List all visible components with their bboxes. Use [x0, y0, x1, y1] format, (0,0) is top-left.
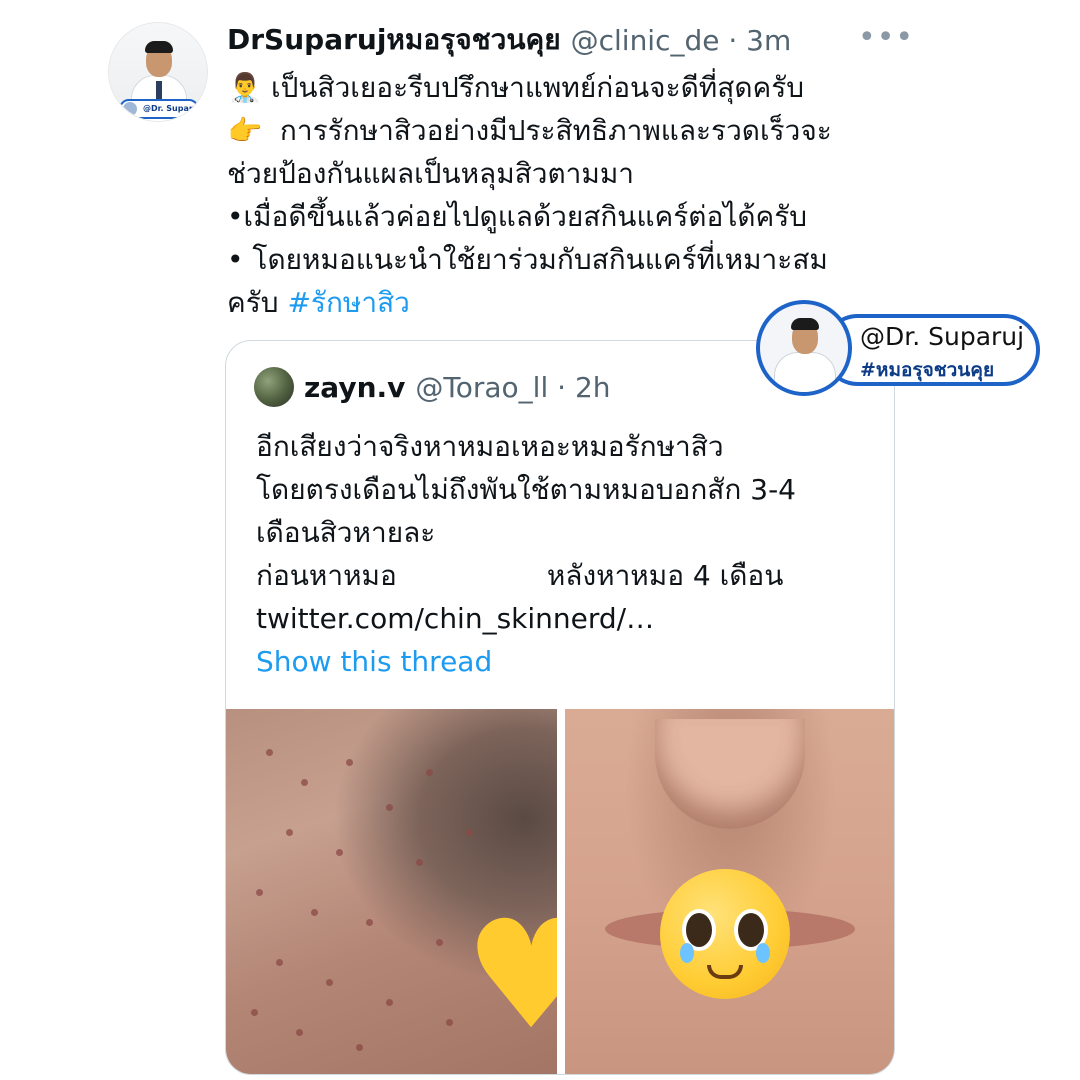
quoted-tweet-header: zayn.v @Torao_ll · 2h	[254, 367, 611, 407]
tweet-line: ช่วยป้องกันแผลเป็นหลุมสิวตามมา	[227, 157, 635, 190]
quote-link[interactable]: twitter.com/chin_skinnerd/…	[256, 597, 886, 640]
quoted-author-name[interactable]: zayn.v	[304, 371, 405, 404]
nose-shape	[655, 719, 805, 829]
badge-handle: @Dr. Suparuj	[860, 322, 1025, 351]
tweet-header: DrSuparujหมอรุจชวนคุย @clinic_de · 3m	[227, 20, 791, 60]
badge-doctor-portrait	[756, 300, 852, 396]
avatar-tag: @Dr. Suparuj	[119, 99, 199, 119]
before-label: ก่อนหาหมอ	[256, 559, 397, 592]
show-thread-link[interactable]: Show this thread	[256, 645, 492, 678]
after-label: หลังหาหมอ 4 เดือน	[546, 559, 784, 592]
pointing-hand-emoji-icon: 👉	[227, 114, 263, 147]
yellow-heart-emoji-icon: ♥	[464, 901, 557, 1051]
author-handle-time[interactable]: @clinic_de · 3m	[571, 24, 792, 57]
tweet-line: •เมื่อดีขึ้นแล้วค่อยไปดูแลด้วยสกินแคร์ต่…	[227, 200, 808, 233]
watermark-badge: @Dr. Suparuj #หมอรุจชวนคุย	[756, 300, 1044, 396]
author-avatar[interactable]: @Dr. Suparuj	[108, 22, 208, 122]
badge-hashtag: #หมอรุจชวนคุย	[860, 359, 995, 381]
quote-line: อีกเสียงว่าจริงหาหมอเหอะหมอรักษาสิว	[256, 430, 724, 463]
quoted-photos: ♥	[226, 709, 894, 1074]
tweet-text: 👨‍⚕️ เป็นสิวเยอะรีบปรึกษาแพทย์ก่อนจะดีที่…	[227, 66, 917, 324]
tweet-line: 👉 การรักษาสิวอย่างมีประสิทธิภาพและรวดเร็…	[227, 109, 917, 152]
quoted-author-avatar[interactable]	[254, 367, 294, 407]
quoted-author-handle-time[interactable]: @Torao_ll · 2h	[415, 371, 610, 404]
more-horizontal-icon[interactable]: •••	[858, 20, 914, 55]
quote-line: ก่อนหาหมอ หลังหาหมอ 4 เดือน	[256, 554, 886, 597]
quoted-tweet-text: อีกเสียงว่าจริงหาหมอเหอะหมอรักษาสิว โดยต…	[256, 425, 886, 640]
quoted-tweet-card[interactable]: zayn.v @Torao_ll · 2h อีกเสียงว่าจริงหาห…	[225, 340, 895, 1075]
doctor-emoji-icon: 👨‍⚕️	[227, 71, 263, 104]
tweet-line: • โดยหมอแนะนำใช้ยาร่วมกับสกินแคร์ที่เหมา…	[227, 243, 828, 276]
author-display-name[interactable]: DrSuparujหมอรุจชวนคุย	[227, 18, 561, 62]
quote-line: โดยตรงเดือนไม่ถึงพันใช้ตามหมอบอกสัก 3-4	[256, 473, 796, 506]
tweet: @Dr. Suparuj DrSuparujหมอรุจชวนคุย @clin…	[0, 0, 1080, 1080]
quote-line: เดือนสิวหายละ	[256, 516, 436, 549]
pleading-face-emoji-icon	[660, 869, 790, 999]
tweet-line: 👨‍⚕️ เป็นสิวเยอะรีบปรึกษาแพทย์ก่อนจะดีที่…	[227, 66, 917, 109]
before-photo[interactable]: ♥	[226, 709, 557, 1074]
hashtag-link[interactable]: #รักษาสิว	[287, 286, 409, 319]
after-photo[interactable]	[565, 709, 894, 1074]
